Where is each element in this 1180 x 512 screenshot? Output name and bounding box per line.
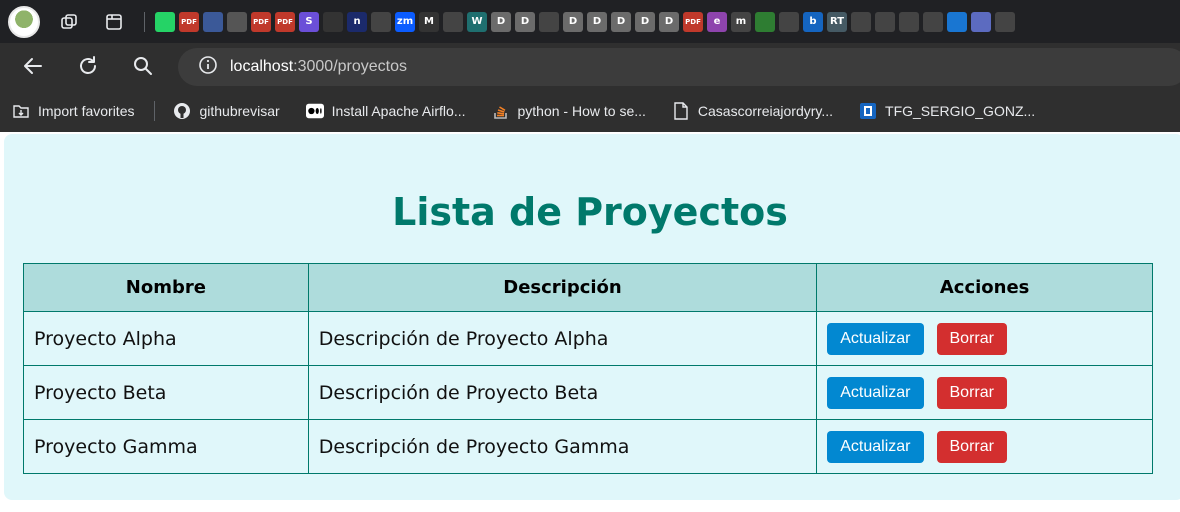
pinned-tab[interactable]: [851, 11, 871, 32]
pinned-tab[interactable]: D: [563, 11, 583, 32]
pinned-tab[interactable]: [371, 11, 391, 32]
table-header-row: Nombre Descripción Acciones: [23, 263, 1153, 312]
bookmark-tfg[interactable]: TFG_SERGIO_GONZ...: [859, 102, 1035, 120]
pinned-tab[interactable]: PDF: [275, 11, 295, 32]
github-icon: [173, 102, 191, 120]
delete-button[interactable]: Borrar: [936, 430, 1007, 463]
pinned-tab[interactable]: [323, 11, 343, 32]
tab-separator: [144, 11, 145, 32]
document-icon: [672, 101, 690, 120]
pinned-tab[interactable]: zm: [395, 11, 415, 32]
pinned-tab[interactable]: n: [347, 11, 367, 32]
update-button[interactable]: Actualizar: [827, 376, 924, 409]
pinned-tab[interactable]: RT: [827, 11, 847, 32]
stackoverflow-icon: [492, 102, 510, 120]
table-row: Proyecto Gamma Descripción de Proyecto G…: [23, 419, 1153, 474]
project-name: Proyecto Alpha: [23, 311, 309, 366]
profile-avatar[interactable]: [8, 5, 40, 38]
pinned-tab[interactable]: [755, 11, 775, 32]
pinned-tab[interactable]: [923, 11, 943, 32]
page-title: Lista de Proyectos: [392, 190, 788, 234]
pinned-tab[interactable]: [227, 11, 247, 32]
site-info-icon[interactable]: [198, 55, 218, 79]
pinned-tab[interactable]: PDF: [683, 11, 703, 32]
delete-button[interactable]: Borrar: [936, 322, 1007, 355]
project-description: Descripción de Proyecto Alpha: [307, 311, 818, 366]
import-icon: [12, 102, 30, 120]
url-text: localhost:3000/proyectos: [230, 58, 408, 75]
pinned-tab[interactable]: M: [419, 11, 439, 32]
pinned-tab[interactable]: [443, 11, 463, 32]
projects-table: Nombre Descripción Acciones Proyecto Alp…: [23, 263, 1153, 474]
pinned-tab[interactable]: [875, 11, 895, 32]
pinned-tab[interactable]: PDF: [251, 11, 271, 32]
pinned-tab[interactable]: D: [491, 11, 511, 32]
pinned-tab[interactable]: [995, 11, 1015, 32]
column-header-acciones: Acciones: [816, 263, 1153, 312]
medium-icon: [305, 102, 324, 120]
table-row: Proyecto Alpha Descripción de Proyecto A…: [23, 311, 1153, 366]
project-name: Proyecto Beta: [23, 365, 309, 420]
project-actions: Actualizar Borrar: [816, 311, 1153, 366]
delete-button[interactable]: Borrar: [936, 376, 1007, 409]
back-icon[interactable]: [18, 51, 48, 81]
pinned-tab[interactable]: [779, 11, 799, 32]
project-name: Proyecto Gamma: [23, 419, 309, 474]
pinned-tab[interactable]: [539, 11, 559, 32]
workspaces-icon[interactable]: [58, 10, 82, 34]
tab-actions-icon[interactable]: [102, 10, 126, 34]
page-viewport: Lista de Proyectos Nombre Descripción Ac…: [0, 132, 1180, 512]
docs-icon: [859, 102, 877, 120]
project-actions: Actualizar Borrar: [816, 365, 1153, 420]
pinned-tab[interactable]: e: [707, 11, 727, 32]
search-icon[interactable]: [128, 51, 158, 81]
table-row: Proyecto Beta Descripción de Proyecto Be…: [23, 365, 1153, 420]
pinned-tab[interactable]: b: [803, 11, 823, 32]
pinned-tab[interactable]: S: [299, 11, 319, 32]
bookmark-import-favorites[interactable]: Import favorites: [12, 102, 134, 120]
pinned-tab[interactable]: [155, 11, 175, 32]
bookmark-githubrevisar[interactable]: githubrevisar: [173, 102, 280, 120]
column-header-descripcion: Descripción: [307, 263, 818, 312]
pinned-tab[interactable]: [203, 11, 223, 32]
pinned-tab[interactable]: [899, 11, 919, 32]
update-button[interactable]: Actualizar: [827, 322, 924, 355]
address-bar[interactable]: localhost:3000/proyectos: [178, 48, 1180, 86]
pinned-tab[interactable]: D: [611, 11, 631, 32]
pinned-tab[interactable]: D: [515, 11, 535, 32]
bookmark-python[interactable]: python - How to se...: [492, 102, 646, 120]
pinned-tabs: PDF PDF PDF Sn zm M W D D D D D D D PDF e m b RT: [155, 11, 1015, 32]
bookmark-separator: [154, 100, 156, 121]
pinned-tab[interactable]: [947, 11, 967, 32]
pinned-tab[interactable]: D: [659, 11, 679, 32]
bookmark-casascorreia[interactable]: Casascorreiajordyry...: [672, 101, 833, 120]
bookmarks-bar: Import favorites githubrevisar Install A…: [0, 89, 1180, 132]
pinned-tab[interactable]: W: [467, 11, 487, 32]
pinned-tab[interactable]: D: [635, 11, 655, 32]
pinned-tab[interactable]: PDF: [179, 11, 199, 32]
project-description: Descripción de Proyecto Beta: [307, 365, 818, 420]
bookmark-airflow[interactable]: Install Apache Airflo...: [305, 102, 466, 120]
project-description: Descripción de Proyecto Gamma: [307, 419, 818, 474]
update-button[interactable]: Actualizar: [827, 430, 924, 463]
reload-icon[interactable]: [73, 51, 103, 81]
column-header-nombre: Nombre: [23, 263, 309, 312]
pinned-tab[interactable]: D: [587, 11, 607, 32]
pinned-tab[interactable]: m: [731, 11, 751, 32]
tab-strip: PDF PDF PDF Sn zm M W D D D D D D D PDF e m b RT: [0, 0, 1180, 43]
pinned-tab[interactable]: [971, 11, 991, 32]
project-actions: Actualizar Borrar: [816, 419, 1153, 474]
